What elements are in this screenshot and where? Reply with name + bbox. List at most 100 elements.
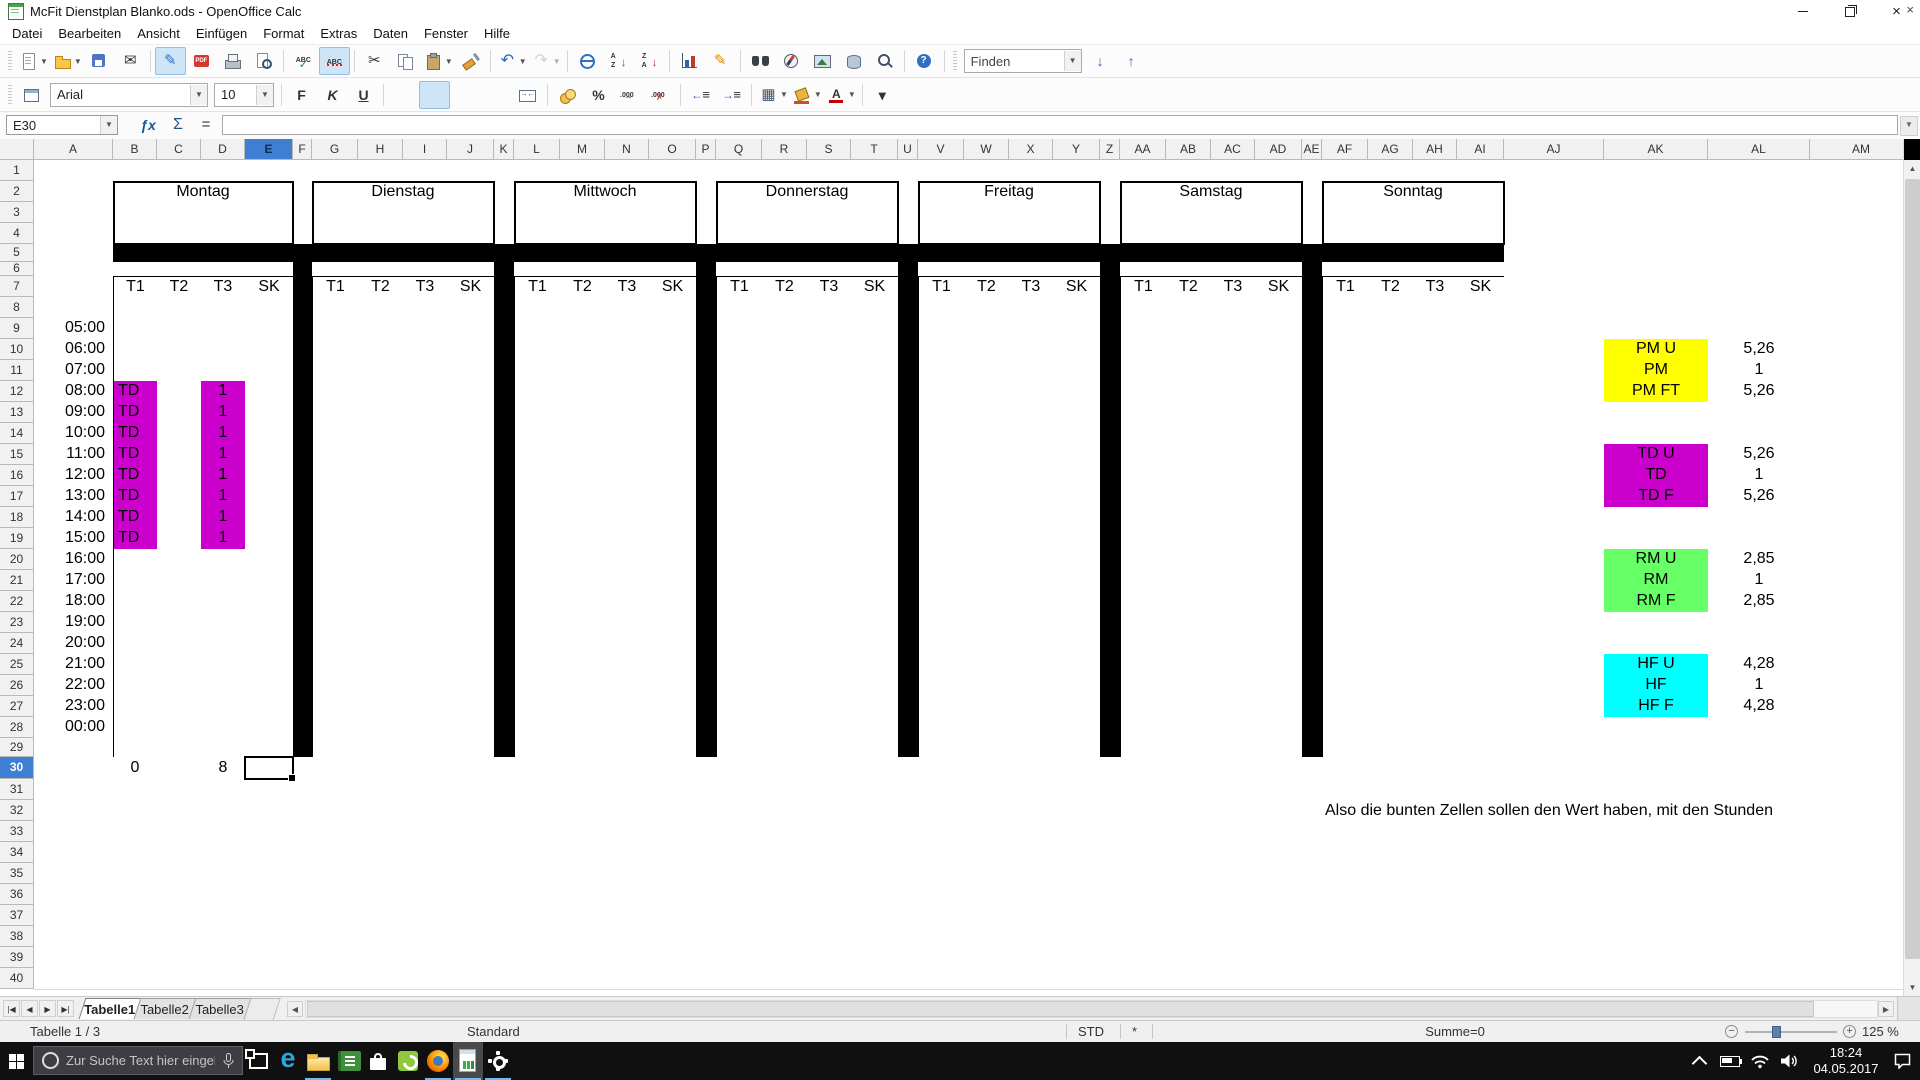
- cell-M25[interactable]: [560, 654, 606, 676]
- cell-AJ31[interactable]: [1504, 779, 1605, 801]
- cell-AE31[interactable]: [1302, 779, 1323, 801]
- cell-I36[interactable]: [403, 884, 448, 906]
- cell-O17[interactable]: [649, 486, 697, 508]
- cell-AF14[interactable]: [1322, 423, 1369, 445]
- cell-I13[interactable]: [403, 402, 448, 424]
- cell-AE7[interactable]: [1302, 276, 1323, 298]
- cell-Q32[interactable]: [716, 800, 763, 822]
- cell-AH14[interactable]: [1413, 423, 1458, 445]
- cell-AK5[interactable]: [1604, 244, 1709, 263]
- cell-AE21[interactable]: [1302, 570, 1323, 592]
- cell-AH13[interactable]: [1413, 402, 1458, 424]
- cell-M13[interactable]: [560, 402, 606, 424]
- row-header-11[interactable]: 11: [0, 360, 34, 381]
- cell-D20[interactable]: [201, 549, 246, 571]
- cell-L40[interactable]: [514, 968, 561, 990]
- cell-B5[interactable]: [113, 244, 158, 263]
- cell-J11[interactable]: [447, 360, 495, 382]
- col-header-AA[interactable]: AA: [1120, 139, 1166, 160]
- cell-Q13[interactable]: [716, 402, 763, 424]
- cell-AA1[interactable]: [1120, 160, 1167, 182]
- cell-AG22[interactable]: [1368, 591, 1414, 613]
- cell-N24[interactable]: [605, 633, 650, 655]
- bold-button[interactable]: F: [286, 81, 317, 109]
- cell-H11[interactable]: [358, 360, 404, 382]
- cell-F5[interactable]: [293, 244, 313, 263]
- cell-V37[interactable]: [918, 905, 965, 927]
- cell-O26[interactable]: [649, 675, 697, 697]
- cell-H7[interactable]: T2: [358, 276, 404, 298]
- clock[interactable]: 18:24 04.05.2017: [1806, 1042, 1886, 1080]
- cell-B31[interactable]: [113, 779, 158, 801]
- cell-AH25[interactable]: [1413, 654, 1458, 676]
- edit-file-button[interactable]: ✎: [155, 47, 186, 75]
- cell-D30[interactable]: 8: [201, 757, 246, 780]
- font-name-combo[interactable]: Arial▼: [50, 83, 208, 107]
- cell-C33[interactable]: [157, 821, 202, 843]
- cell-AJ9[interactable]: [1504, 318, 1605, 340]
- cell-O40[interactable]: [649, 968, 697, 990]
- cell-W25[interactable]: [964, 654, 1010, 676]
- cell-O9[interactable]: [649, 318, 697, 340]
- cell-L29[interactable]: [514, 738, 561, 758]
- cell-G24[interactable]: [312, 633, 359, 655]
- cell-X1[interactable]: [1009, 160, 1054, 182]
- font-size-combo[interactable]: 10▼: [214, 83, 274, 107]
- row-header-17[interactable]: 17: [0, 486, 34, 507]
- cell-AL40[interactable]: [1708, 968, 1811, 990]
- cell-T20[interactable]: [851, 549, 899, 571]
- cell-D38[interactable]: [201, 926, 246, 948]
- cell-B7[interactable]: T1: [113, 276, 158, 298]
- row-header-7[interactable]: 7: [0, 276, 34, 297]
- cell-O19[interactable]: [649, 528, 697, 550]
- cell-M24[interactable]: [560, 633, 606, 655]
- cell-K32[interactable]: [494, 800, 515, 822]
- redo-dropdown-icon[interactable]: ▼: [553, 57, 561, 66]
- cell-F26[interactable]: [293, 675, 313, 697]
- cell-Q12[interactable]: [716, 381, 763, 403]
- cell-B11[interactable]: [113, 360, 158, 382]
- cell-B14[interactable]: TD: [113, 423, 158, 445]
- file-explorer-taskbar-button[interactable]: [303, 1042, 333, 1080]
- cell-P21[interactable]: [696, 570, 717, 592]
- cell-AJ25[interactable]: [1504, 654, 1605, 676]
- cell-AM5[interactable]: [1810, 244, 1903, 263]
- cell-P1[interactable]: [696, 160, 717, 182]
- formula-bar-expand-icon[interactable]: ▼: [1900, 116, 1918, 136]
- cell-AB3[interactable]: [1166, 202, 1212, 224]
- cell-Z18[interactable]: [1100, 507, 1121, 529]
- cell-Y22[interactable]: [1053, 591, 1101, 613]
- cell-AA34[interactable]: [1120, 842, 1167, 864]
- cell-Q8[interactable]: [716, 297, 763, 319]
- cell-AI38[interactable]: [1457, 926, 1505, 948]
- cell-AF7[interactable]: T1: [1322, 276, 1369, 298]
- cell-AI31[interactable]: [1457, 779, 1505, 801]
- cell-AM20[interactable]: [1810, 549, 1903, 571]
- cell-H8[interactable]: [358, 297, 404, 319]
- cell-Q19[interactable]: [716, 528, 763, 550]
- cell-Q3[interactable]: [716, 202, 763, 224]
- cell-F40[interactable]: [293, 968, 313, 990]
- col-header-A[interactable]: A: [34, 139, 113, 160]
- cell-AH28[interactable]: [1413, 717, 1458, 739]
- email-button[interactable]: ✉: [115, 47, 146, 75]
- cell-AH19[interactable]: [1413, 528, 1458, 550]
- cell-Q1[interactable]: [716, 160, 763, 182]
- cell-H18[interactable]: [358, 507, 404, 529]
- cell-AM30[interactable]: [1810, 757, 1903, 780]
- cell-AI8[interactable]: [1457, 297, 1505, 319]
- cell-AC17[interactable]: [1211, 486, 1256, 508]
- cell-Z34[interactable]: [1100, 842, 1121, 864]
- cell-F17[interactable]: [293, 486, 313, 508]
- cell-H24[interactable]: [358, 633, 404, 655]
- cell-G36[interactable]: [312, 884, 359, 906]
- cell-AK24[interactable]: [1604, 633, 1709, 655]
- cell-M37[interactable]: [560, 905, 606, 927]
- cell-R12[interactable]: [762, 381, 808, 403]
- cell-P28[interactable]: [696, 717, 717, 739]
- row-header-38[interactable]: 38: [0, 926, 34, 947]
- fill-handle[interactable]: [288, 774, 296, 782]
- cell-A21[interactable]: 17:00: [34, 570, 114, 592]
- cell-AF30[interactable]: [1322, 757, 1369, 780]
- name-box-dropdown-icon[interactable]: ▼: [100, 116, 117, 134]
